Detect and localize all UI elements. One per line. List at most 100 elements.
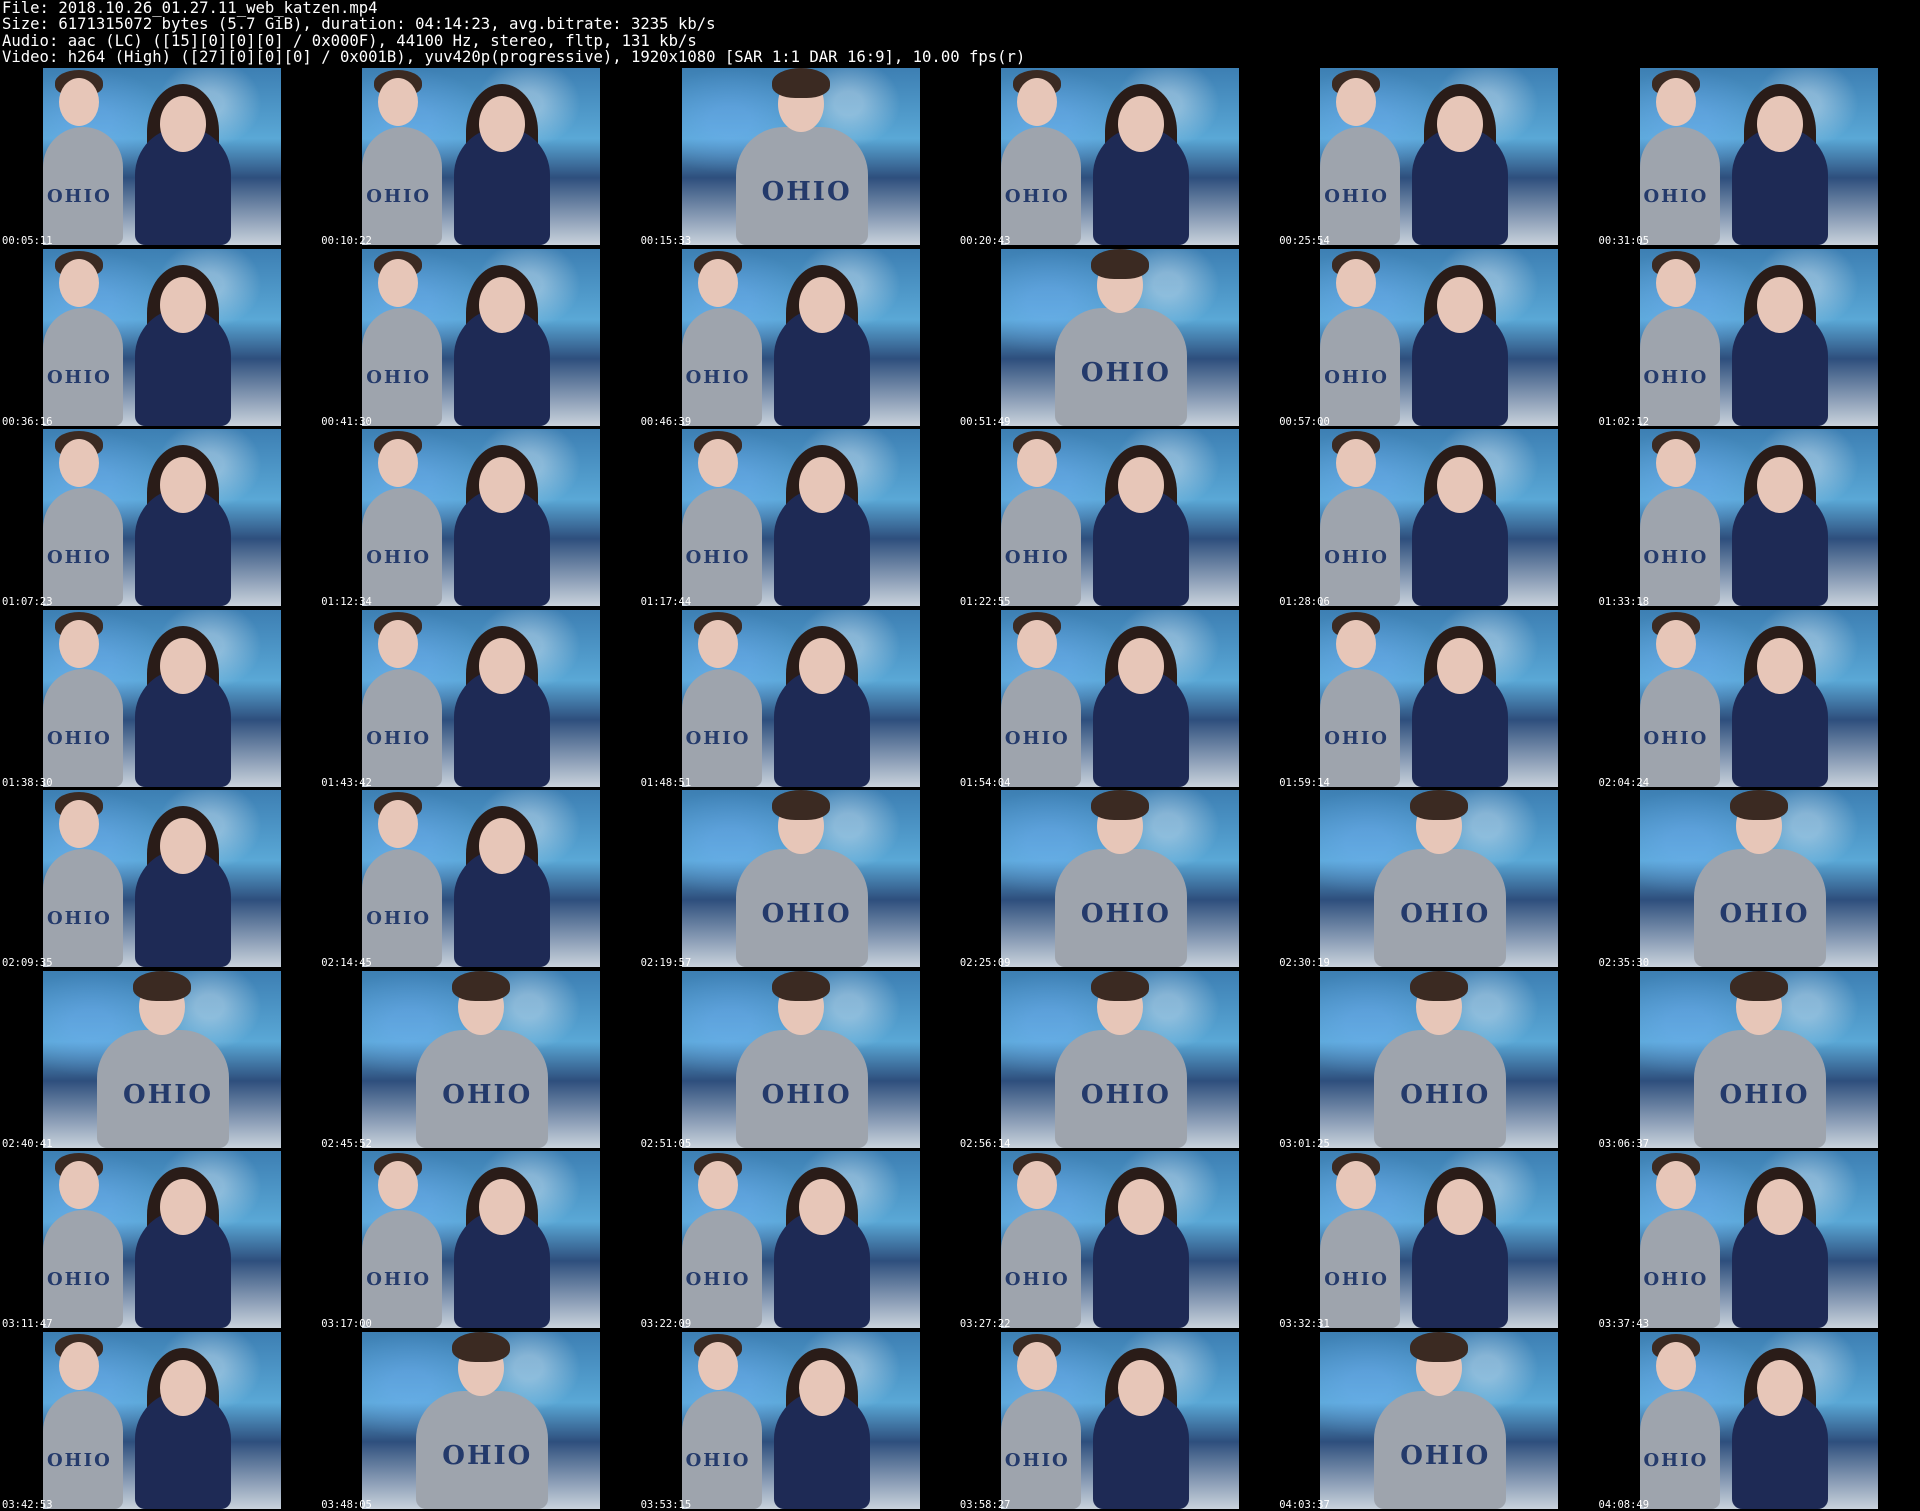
thumbnail-cell: OHIO 03:27:22 [958, 1151, 1277, 1330]
timestamp-label: 01:54:04 [959, 776, 1011, 789]
timestamp-label: 03:11:47 [2, 1318, 53, 1330]
head-shape [798, 1359, 845, 1416]
timestamp-label: 03:22:09 [640, 1318, 692, 1330]
head-shape [1117, 96, 1164, 152]
head-shape [59, 258, 99, 307]
video-frame-thumbnail: OHIO [681, 790, 920, 967]
video-frame-thumbnail: OHIO [1320, 248, 1559, 426]
shirt-print-text: OHIO [1400, 1079, 1491, 1110]
head-shape [697, 1341, 738, 1390]
shirt-print-text: OHIO [442, 1440, 533, 1471]
head-shape [1016, 1341, 1057, 1390]
video-frame-thumbnail: OHIO [43, 609, 281, 787]
timestamp-label: 00:51:49 [959, 415, 1011, 428]
thumbnail-cell: OHIO 01:07:23 [0, 429, 319, 608]
hair-shape [771, 970, 830, 1001]
timestamp-label: 01:43:42 [321, 776, 372, 789]
head-shape [160, 96, 206, 152]
head-shape [1016, 619, 1057, 668]
thumbnail-cell: OHIO 02:19:57 [639, 790, 958, 969]
thumbnail-cell: OHIO 02:40:41 [0, 970, 319, 1150]
thumbnail-cell: OHIO 03:48:05 [319, 1331, 638, 1511]
thumbnail-cell: OHIO 00:05:11 [0, 68, 319, 247]
video-frame-thumbnail: OHIO [43, 1331, 281, 1509]
head-shape [378, 258, 419, 307]
video-frame-thumbnail: OHIO [1000, 1331, 1239, 1509]
timestamp-label: 03:27:22 [959, 1318, 1011, 1330]
shirt-print-text: OHIO [366, 908, 432, 929]
timestamp-label: 00:10:22 [321, 235, 372, 247]
shirt-print-text: OHIO [47, 547, 112, 568]
timestamp-label: 01:12:34 [321, 596, 372, 608]
timestamp-label: 01:59:14 [1279, 776, 1330, 789]
thumbnail-grid: OHIO 00:05:11 OHIO 00:10:22 OHIO 00:15:33 OHIO… [0, 68, 1920, 1511]
timestamp-label: 02:30:19 [1279, 957, 1330, 969]
timestamp-label: 03:48:05 [321, 1498, 372, 1511]
hair-shape [133, 970, 191, 1001]
head-shape [1336, 78, 1377, 126]
head-shape [1437, 1179, 1484, 1235]
head-shape [1336, 1161, 1377, 1209]
timestamp-label: 02:25:09 [959, 957, 1011, 969]
head-shape [1336, 258, 1377, 307]
video-frame-thumbnail: OHIO [1320, 790, 1559, 967]
video-frame-thumbnail: OHIO [1320, 1331, 1559, 1509]
thumbnail-cell: OHIO 03:22:09 [639, 1151, 958, 1330]
shirt-print-text: OHIO [1643, 727, 1709, 749]
head-shape [59, 1341, 99, 1390]
shirt-print-text: OHIO [1080, 1079, 1171, 1110]
video-frame-thumbnail: OHIO [681, 1151, 920, 1328]
head-shape [479, 1179, 526, 1235]
video-frame-thumbnail: OHIO [1000, 970, 1239, 1148]
thumbnail-cell: OHIO 01:22:55 [958, 429, 1277, 608]
video-frame-thumbnail: OHIO [1639, 609, 1878, 787]
video-frame-thumbnail: OHIO [362, 1151, 601, 1328]
timestamp-label: 03:58:27 [959, 1498, 1011, 1511]
head-shape [697, 258, 738, 307]
head-shape [59, 78, 99, 126]
shirt-print-text: OHIO [761, 1079, 852, 1110]
video-frame-thumbnail: OHIO [1320, 970, 1559, 1148]
video-frame-thumbnail: OHIO [362, 68, 601, 245]
video-frame-thumbnail: OHIO [1639, 68, 1878, 245]
video-frame-thumbnail: OHIO [681, 609, 920, 787]
thumbnail-cell: OHIO 04:08:49 [1597, 1331, 1916, 1511]
video-frame-thumbnail: OHIO [1000, 68, 1239, 245]
head-shape [160, 1179, 206, 1235]
head-shape [1437, 96, 1484, 152]
head-shape [1756, 1179, 1803, 1235]
thumbnail-cell: OHIO 01:02:12 [1597, 248, 1916, 428]
head-shape [479, 637, 526, 694]
head-shape [479, 276, 526, 333]
hair-shape [1410, 1331, 1469, 1362]
head-shape [798, 276, 845, 333]
hair-shape [1410, 970, 1469, 1001]
hair-shape [1410, 790, 1469, 820]
shirt-print-text: OHIO [47, 727, 112, 749]
video-frame-thumbnail: OHIO [1639, 970, 1878, 1148]
video-frame-thumbnail: OHIO [681, 248, 920, 426]
thumbnail-cell: OHIO 03:32:31 [1277, 1151, 1596, 1330]
shirt-print-text: OHIO [1324, 366, 1389, 388]
thumbnail-cell: OHIO 02:51:05 [639, 970, 958, 1150]
timestamp-label: 01:22:55 [959, 596, 1011, 608]
timestamp-label: 00:36:16 [2, 415, 53, 428]
thumbnail-cell: OHIO 01:12:34 [319, 429, 638, 608]
head-shape [1756, 1359, 1803, 1416]
video-frame-thumbnail: OHIO [1639, 1331, 1878, 1509]
head-shape [160, 637, 206, 694]
video-frame-thumbnail: OHIO [1639, 429, 1878, 606]
shirt-print-text: OHIO [47, 366, 112, 388]
shirt-print-text: OHIO [685, 547, 751, 568]
thumbnail-cell: OHIO 04:03:37 [1277, 1331, 1596, 1511]
timestamp-label: 03:32:31 [1279, 1318, 1330, 1330]
shirt-print-text: OHIO [685, 1269, 751, 1290]
audio-info-line: Audio: aac (LC) ([15][0][0][0] / 0x000F)… [2, 31, 697, 50]
thumbnail-cell: OHIO 00:51:49 [958, 248, 1277, 428]
timestamp-label: 00:15:33 [640, 235, 692, 247]
thumbnail-cell: OHIO 02:25:09 [958, 790, 1277, 969]
timestamp-label: 02:09:35 [2, 957, 53, 969]
head-shape [378, 78, 419, 126]
head-shape [378, 619, 419, 668]
video-frame-thumbnail: OHIO [1000, 790, 1239, 967]
